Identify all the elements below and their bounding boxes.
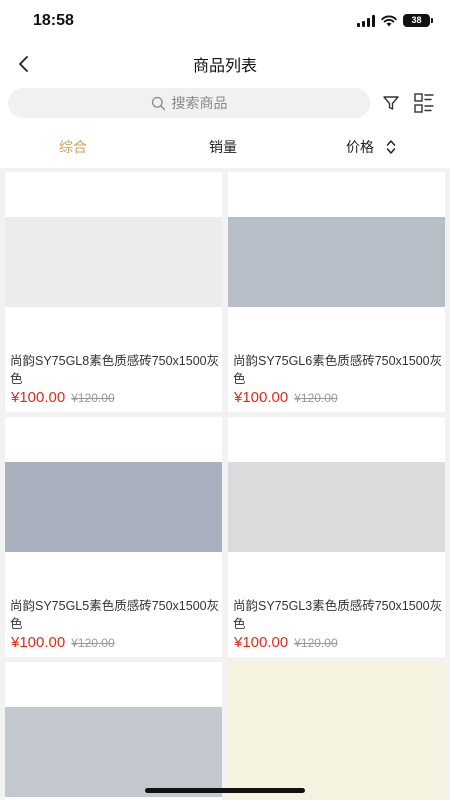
search-input[interactable]: 搜索商品 (8, 88, 370, 118)
product-card[interactable] (5, 662, 222, 800)
product-card[interactable]: 尚韵SY75GL6素色质感砖750x1500灰色 ¥100.00 ¥120.00 (228, 172, 445, 412)
product-image (228, 462, 445, 552)
page-title: 商品列表 (192, 56, 257, 75)
wifi-icon (381, 15, 397, 26)
sort-tab-label: 综合 (59, 140, 87, 156)
product-price: ¥100.00 (234, 389, 289, 406)
app-screen: 18:58 38 商品列表 搜索商品 综合 销量 价格 尚韵SY75GL8素色质… (0, 0, 450, 800)
product-price: ¥100.00 (234, 634, 289, 651)
price-row: ¥100.00 ¥120.00 (11, 634, 115, 651)
status-icons: 38 (357, 14, 433, 27)
status-bar: 18:58 38 (0, 0, 450, 44)
price-row: ¥100.00 ¥120.00 (11, 389, 115, 406)
product-image (228, 662, 445, 800)
price-row: ¥100.00 ¥120.00 (234, 634, 338, 651)
product-card[interactable]: 尚韵SY75GL8素色质感砖750x1500灰色 ¥100.00 ¥120.00 (5, 172, 222, 412)
product-image (5, 707, 222, 797)
product-price: ¥100.00 (11, 389, 66, 406)
filter-icon[interactable] (381, 93, 401, 113)
nav-bar: 商品列表 (0, 44, 450, 84)
product-original-price: ¥120.00 (71, 391, 115, 405)
sort-tabs: 综合 销量 价格 (0, 124, 450, 168)
product-image (5, 217, 222, 307)
sort-updown-icon (386, 140, 396, 154)
product-image (5, 462, 222, 552)
sort-tab-sales[interactable]: 销量 (209, 137, 237, 157)
product-image (228, 217, 445, 307)
product-card[interactable] (228, 662, 445, 800)
product-card[interactable]: 尚韵SY75GL5素色质感砖750x1500灰色 ¥100.00 ¥120.00 (5, 417, 222, 657)
battery-icon: 38 (403, 14, 433, 27)
product-price: ¥100.00 (11, 634, 66, 651)
cellular-signal-icon (357, 14, 375, 27)
product-title: 尚韵SY75GL6素色质感砖750x1500灰色 (233, 354, 443, 386)
product-original-price: ¥120.00 (294, 636, 338, 650)
product-title: 尚韵SY75GL5素色质感砖750x1500灰色 (10, 599, 220, 631)
sort-tab-label: 销量 (209, 140, 237, 156)
product-original-price: ¥120.00 (294, 391, 338, 405)
sort-tab-label: 价格 (346, 140, 374, 156)
sort-tab-comprehensive[interactable]: 综合 (59, 137, 87, 157)
search-row: 搜索商品 (0, 84, 450, 124)
product-title: 尚韵SY75GL8素色质感砖750x1500灰色 (10, 354, 220, 386)
search-placeholder: 搜索商品 (171, 96, 228, 112)
list-layout-icon[interactable] (413, 92, 435, 114)
product-title: 尚韵SY75GL3素色质感砖750x1500灰色 (233, 599, 443, 631)
search-icon (151, 96, 165, 110)
product-card[interactable]: 尚韵SY75GL3素色质感砖750x1500灰色 ¥100.00 ¥120.00 (228, 417, 445, 657)
product-original-price: ¥120.00 (71, 636, 115, 650)
home-indicator (145, 788, 305, 793)
status-time: 18:58 (33, 12, 74, 29)
price-row: ¥100.00 ¥120.00 (234, 389, 338, 406)
sort-tab-price[interactable]: 价格 (346, 137, 396, 157)
